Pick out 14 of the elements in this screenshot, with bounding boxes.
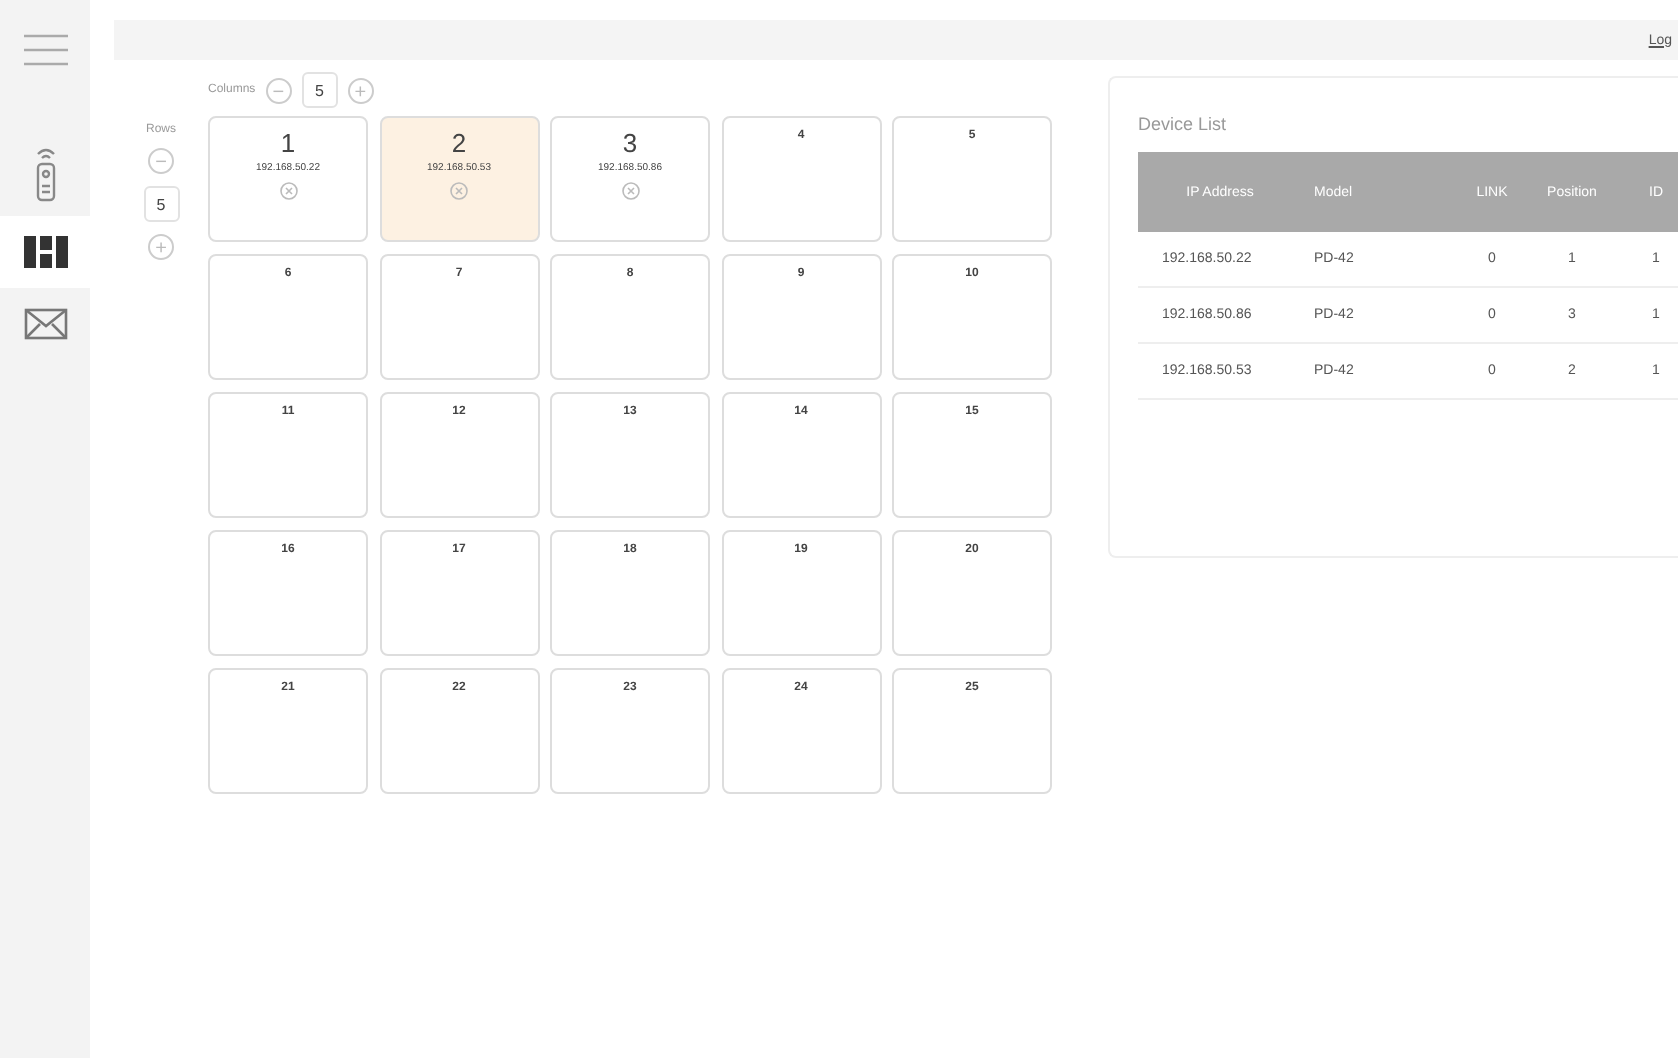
grid-icon [23,236,67,268]
sidebar-item[interactable] [0,216,90,288]
menu-icon [23,34,67,66]
panel-title: Device List [1138,114,1229,134]
cell-number: 2 [451,130,467,158]
remote-icon [33,146,57,202]
remove-icon[interactable] [621,182,639,200]
mail-icon [23,308,67,340]
rows-field[interactable]: 5 [143,186,179,222]
remove-icon[interactable] [279,182,297,200]
cell-number: 1 [280,130,296,158]
cell-number: 3 [622,130,638,158]
columns-field[interactable]: 5 [301,72,338,108]
remove-icon[interactable] [450,182,468,200]
